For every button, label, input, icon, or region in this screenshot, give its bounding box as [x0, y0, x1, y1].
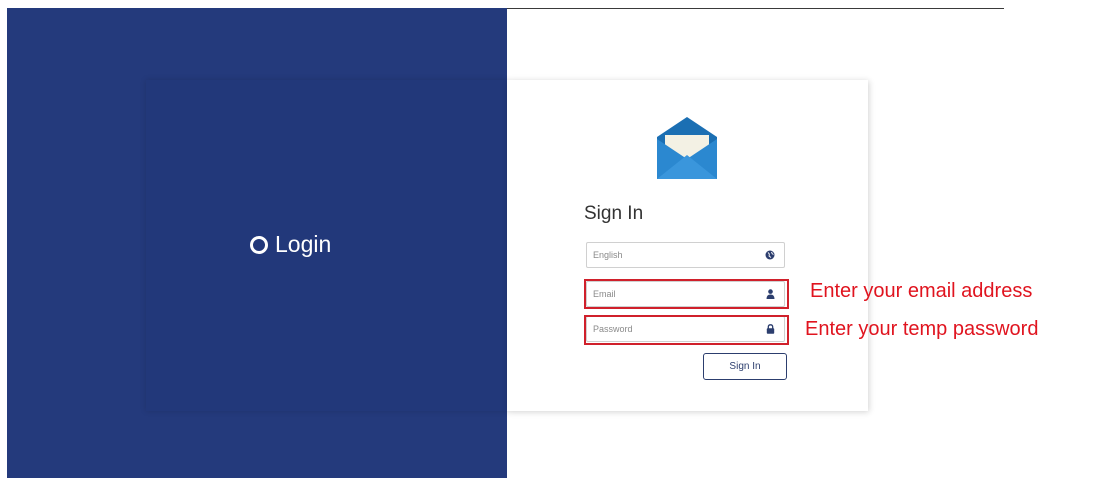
language-value: English — [593, 250, 623, 260]
sign-in-button[interactable]: Sign In — [703, 353, 787, 380]
top-divider — [507, 8, 1004, 9]
globe-icon — [765, 249, 775, 261]
brand-logo: Login — [250, 231, 331, 258]
email-hint-callout: Enter your email address — [810, 280, 1033, 302]
email-highlight-box — [584, 279, 789, 309]
language-select[interactable]: English — [586, 242, 785, 268]
ring-icon — [250, 235, 268, 254]
password-highlight-box — [584, 315, 789, 345]
brand-label: Login — [275, 231, 332, 257]
password-hint-callout: Enter your temp password — [805, 318, 1039, 340]
envelope-icon — [657, 117, 717, 179]
sign-in-title: Sign In — [584, 203, 644, 224]
